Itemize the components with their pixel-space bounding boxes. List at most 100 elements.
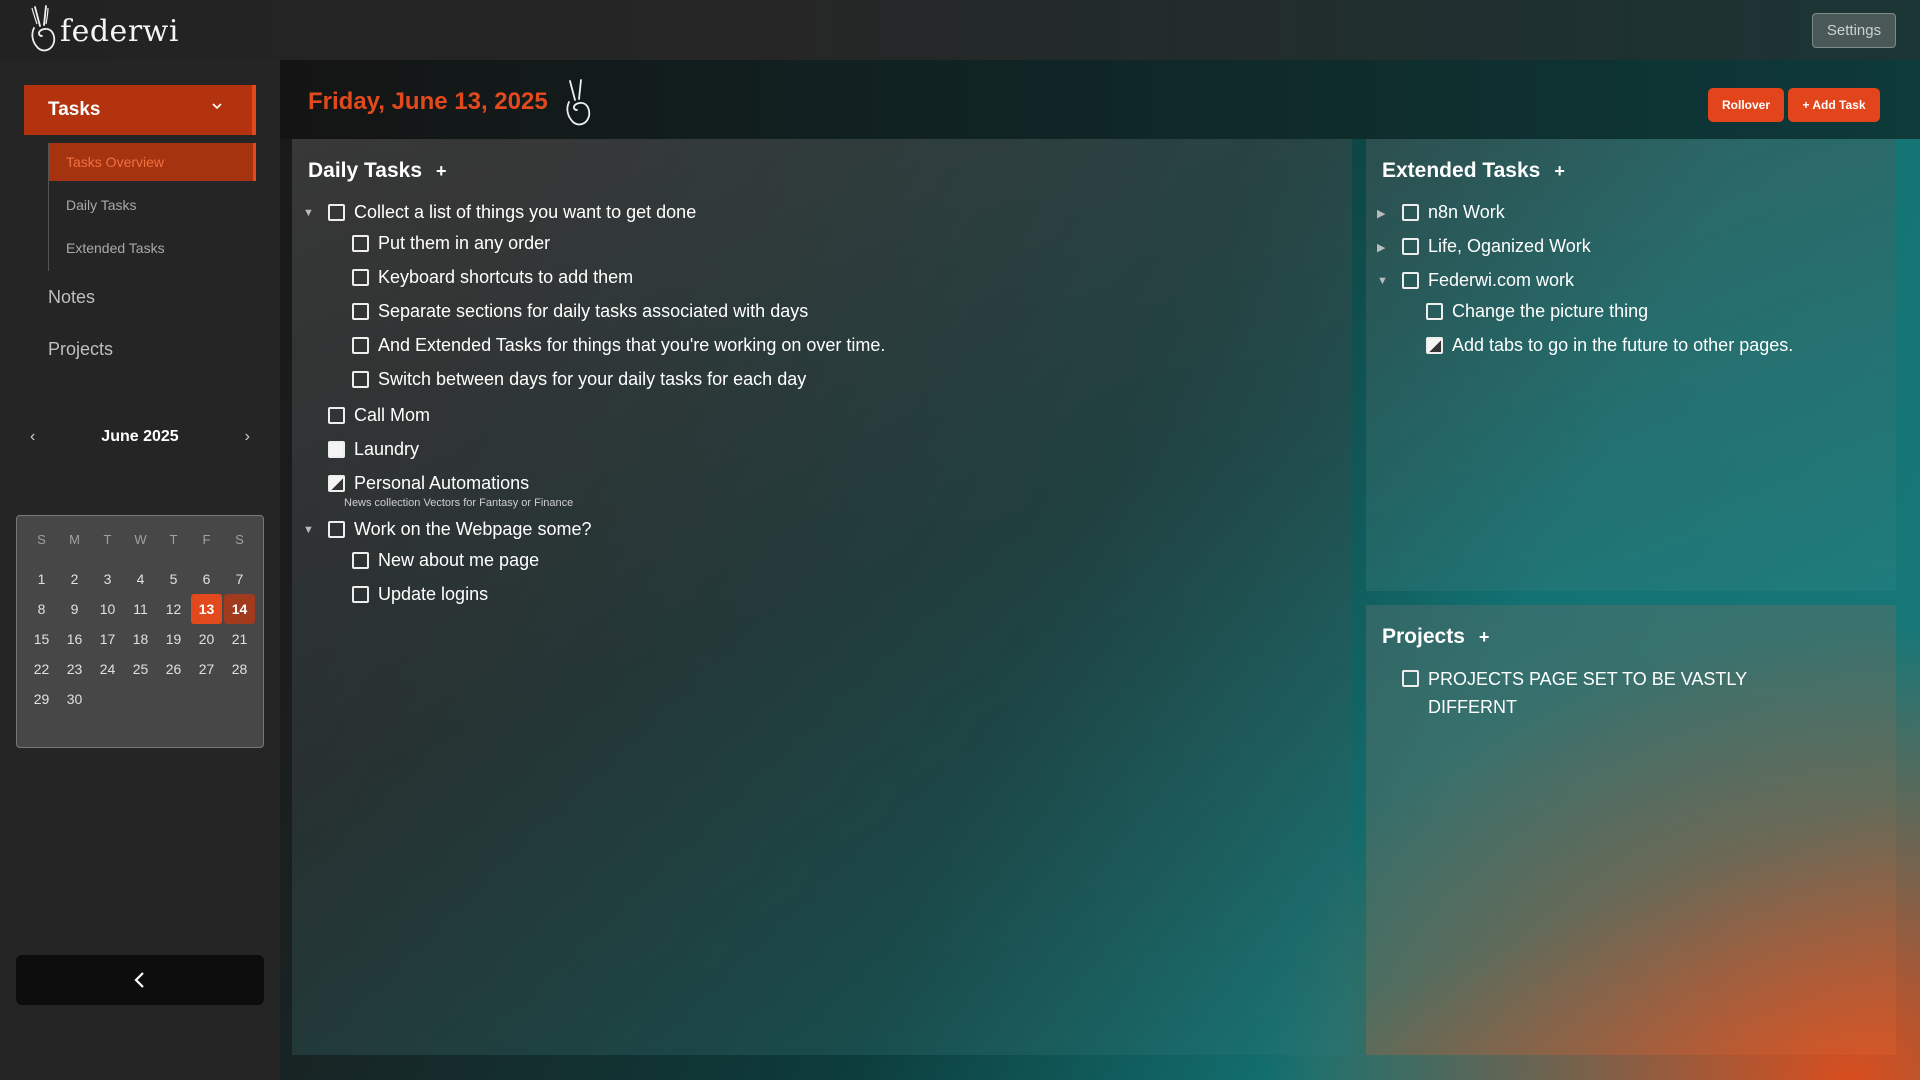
task-item[interactable]: Add tabs to go in the future to other pa… — [1426, 335, 1793, 356]
calendar-day[interactable]: 17 — [91, 624, 124, 654]
task-checkbox[interactable] — [328, 204, 345, 221]
add-task-button[interactable]: + Add Task — [1788, 88, 1880, 122]
calendar-day[interactable]: 10 — [91, 594, 124, 624]
project-item[interactable]: PROJECTS PAGE SET TO BE VASTLY DIFFERNT — [1402, 665, 1768, 721]
calendar-day[interactable]: 12 — [157, 594, 190, 624]
sidebar-item-extended-tasks[interactable]: Extended Tasks — [49, 228, 256, 268]
task-checkbox[interactable] — [328, 441, 345, 458]
calendar-day[interactable]: 20 — [190, 624, 223, 654]
calendar-day[interactable]: 14 — [224, 594, 255, 624]
task-label: Collect a list of things you want to get… — [354, 202, 697, 222]
calendar-day[interactable]: 5 — [157, 564, 190, 594]
calendar-header: ‹ June 2025 › — [16, 418, 264, 458]
task-label: And Extended Tasks for things that you'r… — [378, 335, 886, 355]
task-checkbox[interactable] — [352, 586, 369, 603]
calendar-day[interactable]: 23 — [58, 654, 91, 684]
add-extended-task-button[interactable]: + — [1554, 161, 1565, 182]
task-label: Life, Oganized Work — [1428, 236, 1591, 256]
calendar-grid: S M T W T F S 1 2 3 4 5 6 7 8 9 10 11 12 13 14 15 16 17 18 19 20 21… — [25, 528, 256, 714]
calendar-day[interactable]: 30 — [58, 684, 91, 714]
add-daily-task-button[interactable]: + — [436, 161, 447, 182]
task-checkbox[interactable] — [352, 269, 369, 286]
task-item[interactable]: Put them in any order — [352, 233, 550, 254]
task-checkbox[interactable] — [328, 475, 345, 492]
expand-toggle-icon[interactable]: ▶ — [1377, 207, 1385, 220]
calendar-day[interactable]: 28 — [223, 654, 256, 684]
task-item[interactable]: New about me page — [352, 550, 539, 571]
calendar-day[interactable]: 25 — [124, 654, 157, 684]
task-checkbox[interactable] — [352, 235, 369, 252]
task-item[interactable]: Laundry — [328, 439, 419, 460]
task-item[interactable]: Call Mom — [328, 405, 430, 426]
calendar-day[interactable]: 9 — [58, 594, 91, 624]
settings-button[interactable]: Settings — [1812, 13, 1896, 48]
sidebar-item-tasks-overview[interactable]: Tasks Overview — [49, 143, 256, 181]
calendar-day[interactable]: 13 — [191, 594, 222, 624]
rollover-button[interactable]: Rollover — [1708, 88, 1784, 122]
sidebar-item-notes[interactable]: Notes — [48, 287, 95, 308]
projects-panel: Projects + PROJECTS PAGE SET TO BE VASTL… — [1366, 605, 1896, 1055]
task-checkbox[interactable] — [328, 407, 345, 424]
task-checkbox[interactable] — [1402, 272, 1419, 289]
add-project-button[interactable]: + — [1479, 627, 1490, 648]
calendar-day[interactable]: 7 — [223, 564, 256, 594]
calendar-day[interactable]: 29 — [25, 684, 58, 714]
calendar-day[interactable]: 15 — [25, 624, 58, 654]
calendar-day[interactable]: 24 — [91, 654, 124, 684]
calendar-day[interactable]: 4 — [124, 564, 157, 594]
task-item[interactable]: Switch between days for your daily tasks… — [352, 369, 806, 390]
task-checkbox[interactable] — [1426, 337, 1443, 354]
task-label: Switch between days for your daily tasks… — [378, 369, 807, 389]
calendar-day[interactable]: 22 — [25, 654, 58, 684]
collapse-toggle-icon[interactable]: ▼ — [303, 207, 314, 219]
project-label: PROJECTS PAGE SET TO BE VASTLY DIFFERNT — [1428, 669, 1747, 717]
task-checkbox[interactable] — [352, 552, 369, 569]
calendar-day[interactable]: 6 — [190, 564, 223, 594]
task-checkbox[interactable] — [1402, 204, 1419, 221]
task-item[interactable]: And Extended Tasks for things that you'r… — [352, 335, 885, 356]
task-checkbox[interactable] — [352, 371, 369, 388]
task-item[interactable]: Federwi.com work — [1402, 270, 1574, 291]
calendar-next-button[interactable]: › — [245, 428, 250, 446]
main-header: Friday, June 13, 2025 Rollover + Add Tas… — [280, 60, 1920, 139]
task-item[interactable]: Personal Automations — [328, 473, 529, 494]
calendar-day[interactable]: 2 — [58, 564, 91, 594]
task-item[interactable]: Change the picture thing — [1426, 301, 1648, 322]
calendar-day[interactable]: 11 — [124, 594, 157, 624]
panel-title: Extended Tasks + — [1382, 159, 1565, 183]
task-label: Keyboard shortcuts to add them — [378, 267, 634, 287]
calendar-day[interactable]: 27 — [190, 654, 223, 684]
sidebar-item-daily-tasks[interactable]: Daily Tasks — [49, 185, 256, 225]
calendar-day[interactable]: 19 — [157, 624, 190, 654]
calendar-day[interactable]: 3 — [91, 564, 124, 594]
task-checkbox[interactable] — [352, 337, 369, 354]
chevron-left-icon — [134, 972, 144, 988]
calendar-day[interactable]: 21 — [223, 624, 256, 654]
task-checkbox[interactable] — [328, 521, 345, 538]
extended-tasks-title: Extended Tasks — [1382, 159, 1541, 182]
logo[interactable]: federwi — [26, 4, 179, 54]
collapse-sidebar-button[interactable] — [16, 955, 264, 1005]
expand-toggle-icon[interactable]: ▶ — [1377, 241, 1385, 254]
calendar-day[interactable]: 18 — [124, 624, 157, 654]
brand-name: federwi — [60, 13, 179, 49]
collapse-toggle-icon[interactable]: ▼ — [1377, 275, 1388, 287]
calendar-day[interactable]: 26 — [157, 654, 190, 684]
task-item[interactable]: Work on the Webpage some? — [328, 519, 591, 540]
task-item[interactable]: n8n Work — [1402, 202, 1505, 223]
task-checkbox[interactable] — [1402, 238, 1419, 255]
task-checkbox[interactable] — [1426, 303, 1443, 320]
calendar-day[interactable]: 1 — [25, 564, 58, 594]
sidebar-item-projects[interactable]: Projects — [48, 339, 113, 360]
sidebar-item-tasks[interactable]: Tasks — [24, 85, 256, 135]
task-item[interactable]: Update logins — [352, 584, 488, 605]
project-checkbox[interactable] — [1402, 670, 1419, 687]
task-checkbox[interactable] — [352, 303, 369, 320]
task-item[interactable]: Separate sections for daily tasks associ… — [352, 301, 808, 322]
task-item[interactable]: Keyboard shortcuts to add them — [352, 267, 633, 288]
collapse-toggle-icon[interactable]: ▼ — [303, 524, 314, 536]
task-item[interactable]: Life, Oganized Work — [1402, 236, 1591, 257]
task-item[interactable]: Collect a list of things you want to get… — [328, 202, 696, 223]
calendar-day[interactable]: 16 — [58, 624, 91, 654]
calendar-day[interactable]: 8 — [25, 594, 58, 624]
